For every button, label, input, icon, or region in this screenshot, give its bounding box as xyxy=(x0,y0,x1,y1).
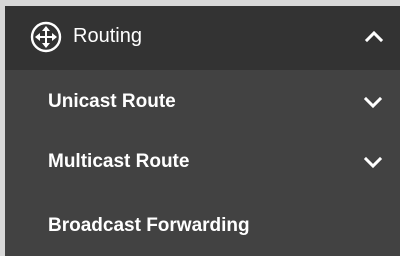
menu-item-unicast-route[interactable]: Unicast Route xyxy=(5,74,400,132)
menu-item-label: Unicast Route xyxy=(48,91,176,112)
routing-icon xyxy=(30,21,62,53)
routing-menu: Routing Unicast Route Multicast Route Br… xyxy=(5,6,400,256)
chevron-up-icon[interactable] xyxy=(364,29,384,43)
menu-item-broadcast-forwarding[interactable]: Broadcast Forwarding xyxy=(5,198,400,256)
menu-item-multicast-route[interactable]: Multicast Route xyxy=(5,134,400,192)
routing-menu-header[interactable]: Routing xyxy=(5,6,400,70)
routing-menu-label: Routing xyxy=(73,25,142,47)
menu-item-label: Multicast Route xyxy=(48,151,190,172)
chevron-down-icon[interactable] xyxy=(363,156,383,170)
chevron-down-icon[interactable] xyxy=(363,96,383,110)
menu-item-label: Broadcast Forwarding xyxy=(48,215,250,236)
